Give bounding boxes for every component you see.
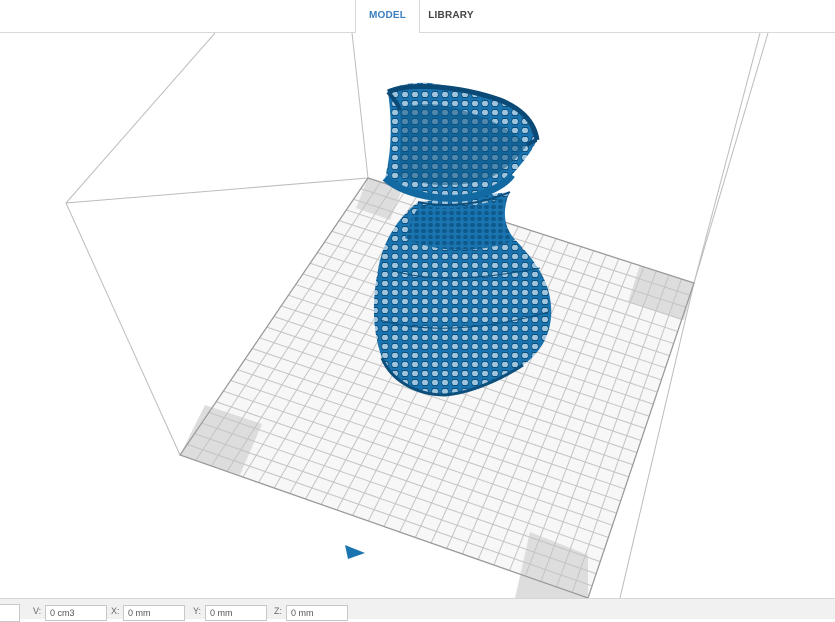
status-left-control[interactable] [0,604,20,622]
x-input[interactable]: 0 mm [123,605,185,621]
front-direction-arrow-icon [345,545,365,559]
tab-library[interactable]: LIBRARY [421,0,481,32]
3d-viewport[interactable] [0,32,835,599]
volume-value[interactable]: 0 cm3 [45,605,107,621]
x-label: X: [111,606,120,616]
top-tab-bar: MODEL LIBRARY [0,0,835,33]
y-label: Y: [193,606,202,616]
coordinates-status-bar: V: 0 cm3 X: 0 mm Y: 0 mm Z: 0 mm [0,598,835,622]
z-label: Z: [274,606,282,616]
volume-label: V: [33,606,42,616]
tab-model[interactable]: MODEL [355,0,420,33]
z-input[interactable]: 0 mm [286,605,348,621]
y-input[interactable]: 0 mm [205,605,267,621]
